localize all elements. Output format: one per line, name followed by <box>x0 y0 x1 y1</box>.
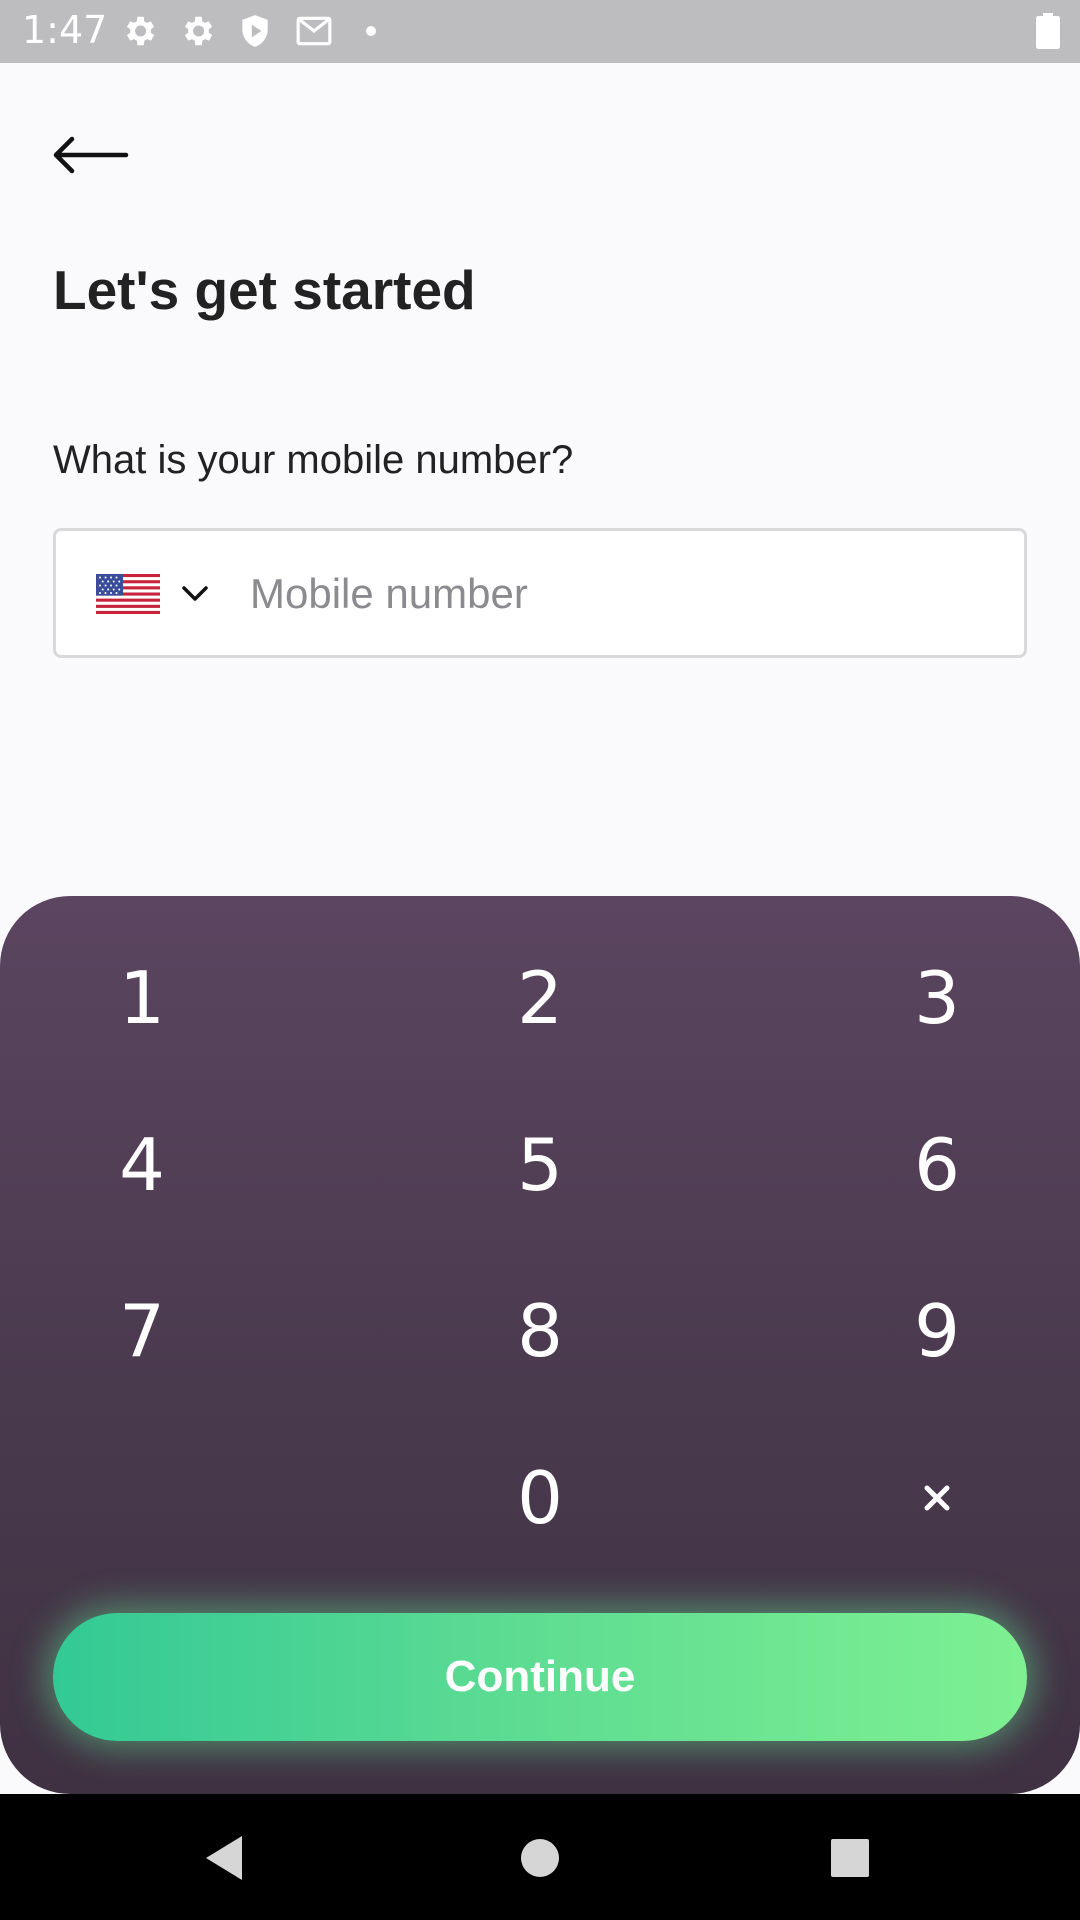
key-0[interactable]: 0 <box>440 1433 640 1563</box>
key-2[interactable]: 2 <box>440 933 640 1063</box>
delete-key[interactable] <box>837 1433 1037 1563</box>
battery-icon <box>1036 13 1060 49</box>
key-1[interactable]: 1 <box>42 933 242 1063</box>
close-x-icon <box>924 1485 950 1511</box>
key-6[interactable]: 6 <box>837 1100 1037 1230</box>
back-button[interactable] <box>48 125 132 185</box>
key-5[interactable]: 5 <box>440 1100 640 1230</box>
key-9[interactable]: 9 <box>837 1266 1037 1396</box>
chevron-down-icon <box>182 586 208 601</box>
key-4[interactable]: 4 <box>42 1100 242 1230</box>
arrow-left-icon <box>53 136 129 174</box>
status-bar: 1:47 <box>0 0 1080 63</box>
system-nav-bar <box>0 1794 1080 1920</box>
mobile-number-question: What is your mobile number? <box>53 438 574 482</box>
status-time: 1:47 <box>22 8 108 52</box>
page-title: Let's get started <box>53 259 476 321</box>
key-8[interactable]: 8 <box>440 1266 640 1396</box>
us-flag-icon <box>96 574 160 614</box>
notification-dot-icon <box>366 26 376 36</box>
country-code-selector[interactable] <box>96 569 214 619</box>
back-triangle-icon[interactable] <box>194 1826 258 1890</box>
key-7[interactable]: 7 <box>42 1266 242 1396</box>
settings-gear-icon <box>126 16 155 46</box>
continue-button[interactable]: Continue <box>53 1613 1027 1741</box>
settings-gear-icon <box>184 16 213 46</box>
key-3[interactable]: 3 <box>837 933 1037 1063</box>
mobile-number-input[interactable] <box>250 555 1010 633</box>
phone-number-field <box>53 528 1027 658</box>
home-circle-icon[interactable] <box>508 1826 572 1890</box>
shield-play-icon <box>242 15 268 47</box>
gmail-icon <box>296 16 332 46</box>
recents-square-icon[interactable] <box>818 1826 882 1890</box>
